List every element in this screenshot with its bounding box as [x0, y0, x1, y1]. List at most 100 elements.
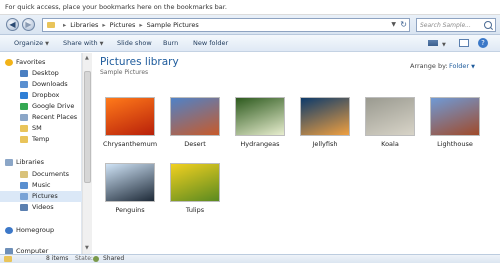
- homegroup-item[interactable]: Homegroup: [0, 225, 82, 236]
- picture-item-koala[interactable]: Koala: [360, 97, 420, 155]
- sidebar-item-dropbox[interactable]: Dropbox: [0, 90, 82, 101]
- picture-item-hydrangeas[interactable]: Hydrangeas: [230, 97, 290, 155]
- picture-thumbnail[interactable]: [170, 163, 220, 202]
- address-bar[interactable]: ▸ Libraries ▸ Pictures ▸ Sample Pictures ▼ ↻: [42, 18, 410, 32]
- change-view-icon[interactable]: [428, 40, 438, 46]
- sidebar-item-pictures[interactable]: Pictures: [0, 191, 82, 202]
- picture-item-jellyfish[interactable]: Jellyfish: [295, 97, 355, 155]
- favorites-label: Favorites: [16, 58, 46, 66]
- sidebar-item-label: Google Drive: [32, 102, 75, 110]
- favorites-header[interactable]: Favorites: [0, 57, 82, 68]
- sidebar-item-label: SM: [32, 124, 42, 132]
- picture-item-penguins[interactable]: Penguins: [100, 163, 160, 221]
- scroll-up-icon[interactable]: ▲: [85, 55, 89, 61]
- videos-icon: [20, 204, 28, 211]
- back-button[interactable]: ◀: [6, 18, 19, 31]
- computer-item[interactable]: Computer: [0, 246, 82, 254]
- command-bar: Organize ▼ Share with ▼ Slide show Burn Ne…: [0, 35, 500, 52]
- refresh-icon[interactable]: ↻: [400, 20, 407, 29]
- downloads-icon: [20, 81, 28, 88]
- sidebar-item-label: Dropbox: [32, 91, 60, 99]
- sidebar-item-label: Temp: [32, 135, 50, 143]
- sidebar-item-videos[interactable]: Videos: [0, 202, 82, 213]
- scroll-down-icon[interactable]: ▼: [85, 245, 89, 251]
- share-with-button[interactable]: Share with ▼: [63, 39, 103, 47]
- picture-name: Chrysanthemum: [102, 140, 158, 148]
- sidebar-item-label: Music: [32, 181, 51, 189]
- sidebar-item-desktop[interactable]: Desktop: [0, 68, 82, 79]
- breadcrumb-pictures[interactable]: Pictures: [110, 21, 136, 29]
- picture-item-lighthouse[interactable]: Lighthouse: [425, 97, 485, 155]
- library-subtitle: Sample Pictures: [100, 69, 149, 76]
- picture-item-desert[interactable]: Desert: [165, 97, 225, 155]
- picture-thumbnail[interactable]: [300, 97, 350, 136]
- chevron-right-icon: ▸: [63, 21, 67, 29]
- picture-item-chrysanthemum[interactable]: Chrysanthemum: [100, 97, 160, 155]
- sidebar-item-label: Documents: [32, 170, 70, 178]
- sidebar-item-label: Recent Places: [32, 113, 78, 121]
- bookmarks-bar-notice: For quick access, place your bookmarks h…: [0, 0, 500, 15]
- picture-thumbnail[interactable]: [105, 163, 155, 202]
- organize-button[interactable]: Organize ▼: [14, 39, 49, 47]
- picture-thumbnail[interactable]: [430, 97, 480, 136]
- navigation-pane: Favorites Desktop Downloads Dropbox Google …: [0, 53, 82, 254]
- address-dropdown-icon[interactable]: ▼: [391, 21, 396, 28]
- chevron-down-icon: ▼: [99, 41, 104, 47]
- shared-status: Shared: [103, 255, 125, 262]
- slide-show-button[interactable]: Slide show: [117, 39, 152, 47]
- view-options-button[interactable]: ▼: [440, 40, 446, 48]
- recent-places-icon: [20, 114, 28, 121]
- folder-icon: [20, 125, 28, 132]
- dropbox-icon: [20, 92, 28, 99]
- arrange-by-dropdown[interactable]: Folder ▼: [449, 62, 475, 70]
- search-icon[interactable]: [484, 21, 492, 29]
- picture-name: Tulips: [185, 206, 205, 214]
- picture-name: Penguins: [115, 206, 145, 214]
- organize-label: Organize: [14, 39, 44, 47]
- picture-name: Koala: [381, 140, 399, 148]
- content-pane: Pictures library Sample Pictures Arrange…: [92, 53, 500, 254]
- documents-icon: [20, 171, 28, 178]
- picture-thumbnail[interactable]: [235, 97, 285, 136]
- libraries-header[interactable]: Libraries: [0, 157, 82, 168]
- picture-thumbnail[interactable]: [105, 97, 155, 136]
- sidebar-item-label: Desktop: [32, 69, 59, 77]
- picture-item-tulips[interactable]: Tulips: [165, 163, 225, 221]
- sidebar-item-recent-places[interactable]: Recent Places: [0, 112, 82, 123]
- homegroup-label: Homegroup: [16, 226, 55, 234]
- sidebar-item-documents[interactable]: Documents: [0, 169, 82, 180]
- picture-name: Desert: [184, 140, 206, 148]
- chevron-down-icon: ▼: [45, 41, 49, 47]
- folder-icon: [47, 22, 55, 28]
- breadcrumb: ▸ Libraries ▸ Pictures ▸ Sample Pictures: [59, 21, 199, 29]
- forward-button[interactable]: ▶: [22, 18, 35, 31]
- picture-name: Hydrangeas: [240, 140, 280, 148]
- picture-thumbnail[interactable]: [170, 97, 220, 136]
- star-icon: [5, 59, 13, 66]
- help-icon[interactable]: ?: [478, 38, 488, 48]
- navigation-scrollbar[interactable]: ▲ ▼: [82, 53, 92, 254]
- sidebar-item-label: Videos: [32, 203, 54, 211]
- sidebar-item-music[interactable]: Music: [0, 180, 82, 191]
- sidebar-item-downloads[interactable]: Downloads: [0, 79, 82, 90]
- preview-pane-icon[interactable]: [459, 39, 469, 47]
- sidebar-item-label: Downloads: [32, 80, 68, 88]
- search-input[interactable]: Search Sample...: [416, 18, 496, 32]
- sidebar-item-temp[interactable]: Temp: [0, 134, 82, 145]
- burn-button[interactable]: Burn: [163, 39, 178, 47]
- scrollbar-thumb[interactable]: [84, 71, 91, 183]
- search-placeholder: Search Sample...: [420, 22, 471, 29]
- arrange-by-label: Arrange by:: [410, 62, 448, 70]
- item-count: 8 items: [46, 255, 69, 262]
- sidebar-item-google-drive[interactable]: Google Drive: [0, 101, 82, 112]
- status-bar: 8 items State: Shared: [0, 254, 500, 263]
- desktop-icon: [20, 70, 28, 77]
- breadcrumb-libraries[interactable]: Libraries: [70, 21, 98, 29]
- sidebar-item-sm[interactable]: SM: [0, 123, 82, 134]
- shared-icon: [93, 256, 99, 262]
- breadcrumb-sample-pictures[interactable]: Sample Pictures: [147, 21, 199, 29]
- folder-icon: [4, 256, 12, 262]
- new-folder-button[interactable]: New folder: [193, 39, 228, 47]
- homegroup-icon: [5, 227, 13, 234]
- picture-thumbnail[interactable]: [365, 97, 415, 136]
